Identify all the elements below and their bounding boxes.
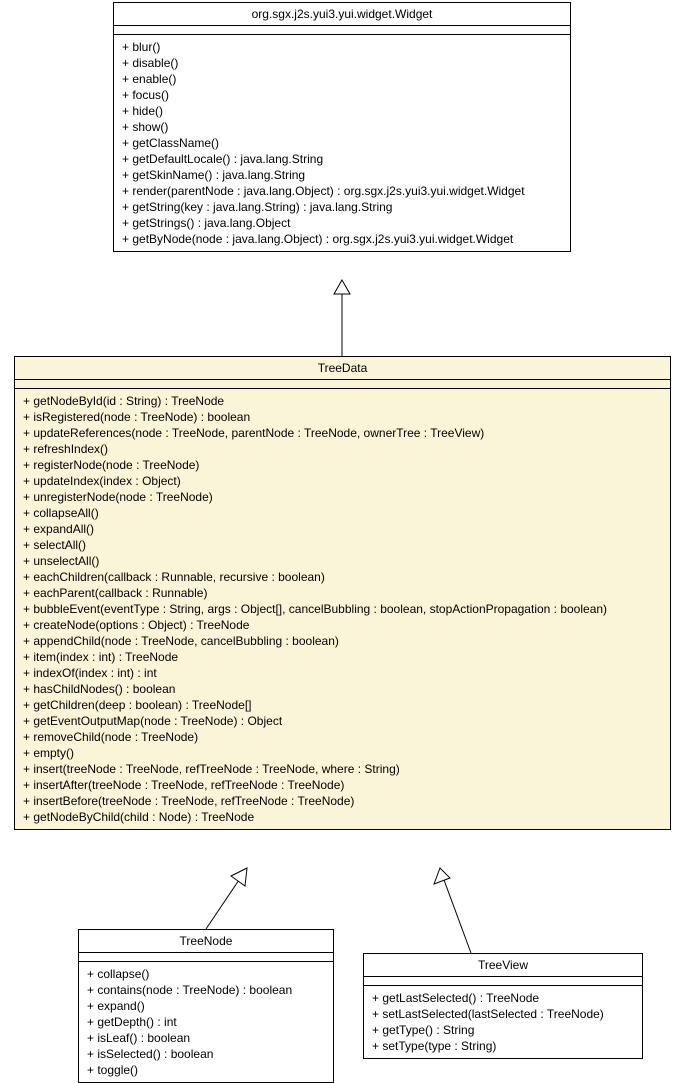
method-line: + show() [122,119,562,135]
uml-class-treedata: TreeData + getNodeById(id : String) : Tr… [14,356,671,830]
method-line: + empty() [23,745,662,761]
method-line: + eachParent(callback : Runnable) [23,585,662,601]
method-line: + insertBefore(treeNode : TreeNode, refT… [23,793,662,809]
method-line: + selectAll() [23,537,662,553]
method-line: + isRegistered(node : TreeNode) : boolea… [23,409,662,425]
method-line: + collapse() [87,966,325,982]
methods-section: + getNodeById(id : String) : TreeNode+ i… [15,389,670,829]
class-name: TreeData [15,357,670,380]
method-line: + hasChildNodes() : boolean [23,681,662,697]
method-line: + disable() [122,55,562,71]
class-name: org.sgx.j2s.yui3.yui.widget.Widget [114,3,570,26]
method-line: + refreshIndex() [23,441,662,457]
method-line: + isLeaf() : boolean [87,1030,325,1046]
method-line: + getNodeById(id : String) : TreeNode [23,393,662,409]
method-line: + getString(key : java.lang.String) : ja… [122,199,562,215]
method-line: + getType() : String [372,1022,634,1038]
method-line: + eachChildren(callback : Runnable, recu… [23,569,662,585]
method-line: + getChildren(deep : boolean) : TreeNode… [23,697,662,713]
method-line: + render(parentNode : java.lang.Object) … [122,183,562,199]
method-line: + getSkinName() : java.lang.String [122,167,562,183]
methods-section: + getLastSelected() : TreeNode+ setLastS… [364,986,642,1058]
methods-section: + blur()+ disable()+ enable()+ focus()+ … [114,35,570,251]
method-line: + updateReferences(node : TreeNode, pare… [23,425,662,441]
method-line: + expandAll() [23,521,662,537]
method-line: + setLastSelected(lastSelected : TreeNod… [372,1006,634,1022]
class-name: TreeView [364,954,642,977]
method-line: + getDefaultLocale() : java.lang.String [122,151,562,167]
method-line: + getClassName() [122,135,562,151]
method-line: + focus() [122,87,562,103]
method-line: + contains(node : TreeNode) : boolean [87,982,325,998]
method-line: + isSelected() : boolean [87,1046,325,1062]
method-line: + expand() [87,998,325,1014]
method-line: + hide() [122,103,562,119]
method-line: + insertAfter(treeNode : TreeNode, refTr… [23,777,662,793]
method-line: + collapseAll() [23,505,662,521]
method-line: + insert(treeNode : TreeNode, refTreeNod… [23,761,662,777]
method-line: + item(index : int) : TreeNode [23,649,662,665]
method-line: + getDepth() : int [87,1014,325,1030]
method-line: + getStrings() : java.lang.Object [122,215,562,231]
method-line: + toggle() [87,1062,325,1078]
method-line: + bubbleEvent(eventType : String, args :… [23,601,662,617]
uml-class-treeview: TreeView + getLastSelected() : TreeNode+… [363,953,643,1059]
method-line: + registerNode(node : TreeNode) [23,457,662,473]
attrs-section [79,953,333,962]
method-line: + removeChild(node : TreeNode) [23,729,662,745]
attrs-section [114,26,570,35]
method-line: + unregisterNode(node : TreeNode) [23,489,662,505]
uml-class-treenode: TreeNode + collapse()+ contains(node : T… [78,929,334,1083]
method-line: + getEventOutputMap(node : TreeNode) : O… [23,713,662,729]
method-line: + enable() [122,71,562,87]
method-line: + createNode(options : Object) : TreeNod… [23,617,662,633]
method-line: + appendChild(node : TreeNode, cancelBub… [23,633,662,649]
method-line: + updateIndex(index : Object) [23,473,662,489]
method-line: + unselectAll() [23,553,662,569]
methods-section: + collapse()+ contains(node : TreeNode) … [79,962,333,1082]
method-line: + setType(type : String) [372,1038,634,1054]
method-line: + getByNode(node : java.lang.Object) : o… [122,231,562,247]
attrs-section [364,977,642,986]
method-line: + getLastSelected() : TreeNode [372,990,634,1006]
class-name: TreeNode [79,930,333,953]
method-line: + getNodeByChild(child : Node) : TreeNod… [23,809,662,825]
attrs-section [15,380,670,389]
method-line: + indexOf(index : int) : int [23,665,662,681]
uml-class-widget: org.sgx.j2s.yui3.yui.widget.Widget + blu… [113,2,571,252]
method-line: + blur() [122,39,562,55]
